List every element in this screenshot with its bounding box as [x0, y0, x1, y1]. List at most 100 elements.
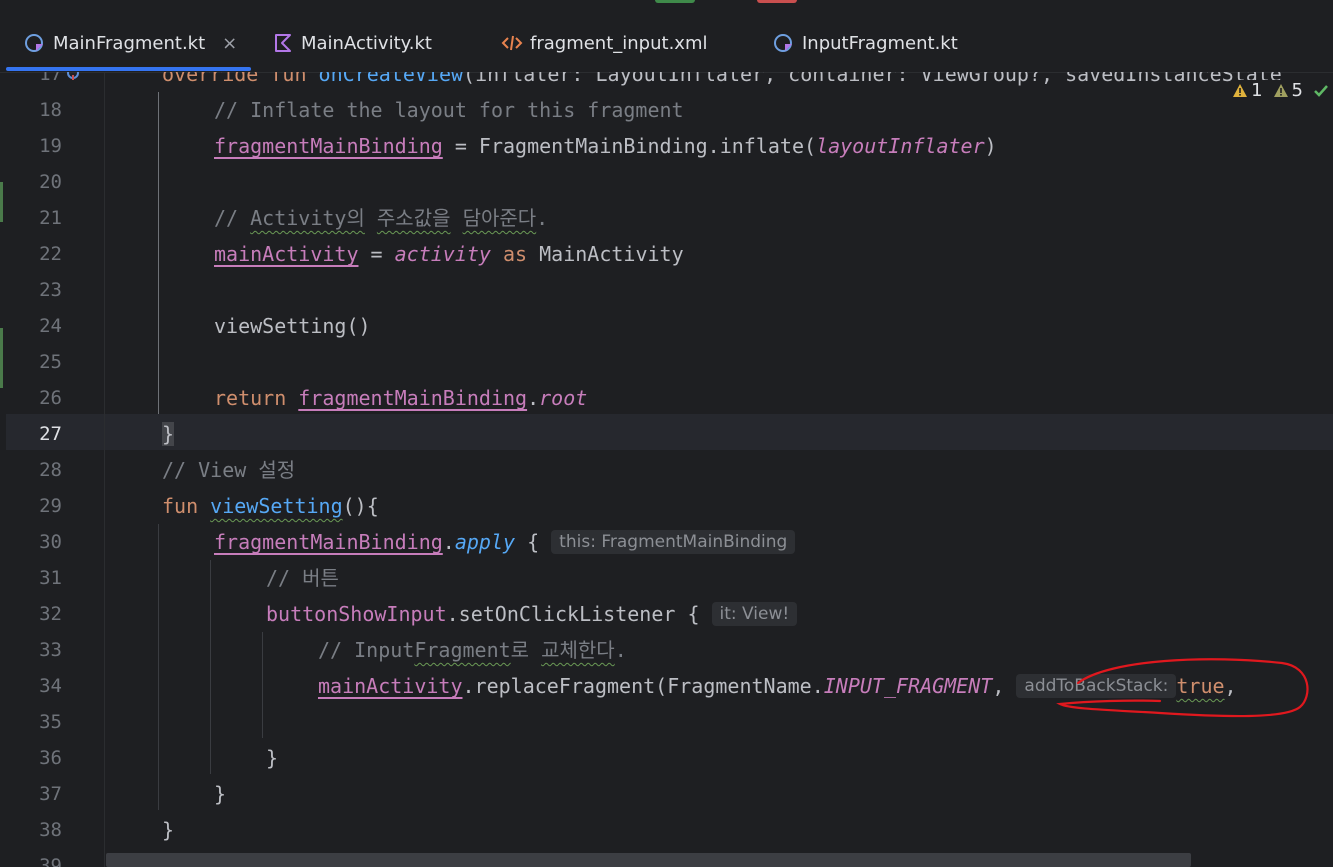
token-property: root [539, 386, 588, 410]
line-number: 22 [39, 243, 62, 265]
line-number: 30 [39, 531, 62, 553]
gutter-separator [104, 72, 105, 867]
tab-fragment-input-xml[interactable]: fragment_input.xml [501, 28, 707, 58]
line-number: 35 [39, 711, 62, 733]
code-line-36[interactable]: } [266, 740, 278, 776]
token-property: mainActivity [214, 242, 359, 266]
token-function-name: viewSetting [210, 494, 343, 518]
line-number: 34 [39, 675, 62, 697]
line-number: 32 [39, 603, 62, 625]
line-number: 17 [39, 72, 62, 85]
line-number: 20 [39, 171, 62, 193]
line-number: 18 [39, 99, 62, 121]
token-comment [451, 206, 463, 230]
override-method-icon[interactable] [66, 72, 82, 82]
line-number: 38 [39, 819, 62, 841]
line-number: 33 [39, 639, 62, 661]
token-call: .setOnClickListener { [446, 602, 712, 626]
token-property: fragmentMainBinding [214, 134, 443, 158]
token-property: mainActivity [318, 674, 463, 698]
token-comment: // [214, 206, 251, 230]
token-function-call: apply [454, 530, 516, 554]
code-line-24[interactable]: viewSetting() [214, 308, 371, 344]
current-line-highlight [6, 414, 1333, 450]
inlay-hint-receiver[interactable]: this: FragmentMainBinding [551, 530, 796, 554]
line-number-current: 27 [39, 423, 62, 445]
kotlin-class-icon [774, 34, 792, 52]
token-keyword: as [490, 242, 540, 266]
token-dot: . [442, 530, 455, 554]
token-call: .replaceFragment(FragmentName. [462, 674, 824, 698]
line-number: 39 [39, 855, 62, 867]
inlay-hint-lambda-param[interactable]: it: View! [711, 602, 798, 626]
line-number: 25 [39, 351, 62, 373]
token-paren: (){ [342, 494, 379, 518]
close-icon[interactable]: × [222, 33, 237, 54]
warning-count[interactable]: 5 [1273, 80, 1303, 101]
token-comma: , [992, 674, 1017, 698]
tab-input-fragment[interactable]: InputFragment.kt [773, 28, 958, 58]
line-number: 29 [39, 495, 62, 517]
line-number: 31 [39, 567, 62, 589]
code-line-18[interactable]: // Inflate the layout for this fragment [214, 92, 684, 128]
token-brace: { [515, 530, 552, 554]
code-line-38[interactable]: } [162, 812, 174, 848]
token-function-name: onCreateView [318, 72, 464, 86]
code-line-29[interactable]: fun viewSetting(){ [162, 488, 379, 524]
token-constant: INPUT_FRAGMENT [823, 674, 993, 698]
token-comment: 교체한다 [541, 638, 615, 662]
line-number: 26 [39, 387, 62, 409]
code-editor[interactable]: 17 18 19 20 21 22 23 24 25 26 27 28 29 3… [0, 72, 1333, 867]
inspections-widget[interactable]: 1 5 [1232, 80, 1329, 101]
token-dot: . [527, 386, 540, 410]
line-number: 23 [39, 279, 62, 301]
token-comment: Activity의 [250, 206, 365, 230]
kotlin-file-icon [275, 34, 291, 52]
code-line-28[interactable]: // View 설정 [162, 452, 295, 488]
line-number: 28 [39, 459, 62, 481]
toolbar-indicator-green [655, 0, 695, 3]
code-line-19[interactable]: fragmentMainBinding = FragmentMainBindin… [214, 128, 997, 164]
code-line-17[interactable]: override fun onCreateView(inflater: Layo… [162, 72, 1282, 92]
code-line-37[interactable]: } [214, 776, 226, 812]
line-number: 36 [39, 747, 62, 769]
token-keyword: override [162, 72, 259, 86]
xml-code-icon [501, 35, 523, 51]
token-property: layoutInflater [816, 134, 985, 158]
indent-guide [262, 632, 263, 738]
token-keyword: fun [162, 494, 199, 518]
code-line-27[interactable]: } [162, 416, 175, 452]
code-line-21[interactable]: // Activity의 주소값을 담아준다. [214, 200, 548, 236]
typo-check-icon[interactable] [1313, 83, 1329, 99]
token-property: fragmentMainBinding [214, 530, 443, 554]
token-paren: ) [984, 134, 997, 158]
tab-label: fragment_input.xml [530, 32, 708, 54]
editor-tab-bar: MainFragment.kt × MainActivity.kt fragme… [0, 0, 1333, 73]
indent-guide [210, 560, 211, 774]
token-type: MainActivity [539, 242, 684, 266]
token-keyword: return [214, 386, 299, 410]
code-line-30[interactable]: fragmentMainBinding.apply { this: Fragme… [214, 524, 796, 560]
token-comment: 주소값을 [376, 206, 451, 230]
tab-main-fragment[interactable]: MainFragment.kt × [24, 28, 237, 58]
code-line-22[interactable]: mainActivity = activity as MainActivity [214, 236, 684, 272]
kotlin-class-icon [25, 34, 43, 52]
tab-label: MainActivity.kt [301, 32, 432, 54]
line-number: 21 [39, 207, 62, 229]
error-count[interactable]: 1 [1232, 80, 1263, 101]
token-params: (inflater: LayoutInflater, container: Vi… [463, 72, 1282, 86]
token-property: buttonShowInput [266, 602, 447, 626]
tab-main-activity[interactable]: MainActivity.kt [272, 28, 432, 58]
code-line-31[interactable]: // 버튼 [266, 560, 339, 596]
code-line-26[interactable]: return fragmentMainBinding.root [214, 380, 587, 416]
code-line-33[interactable]: // InputFragment로 교체한다. [318, 632, 627, 668]
line-number-gutter[interactable]: 17 18 19 20 21 22 23 24 25 26 27 28 29 3… [6, 72, 106, 867]
token-call: FragmentMainBinding.inflate( [478, 134, 817, 158]
token-comment: 로 [510, 638, 542, 662]
code-line-32[interactable]: buttonShowInput.setOnClickListener { it:… [266, 596, 798, 632]
token-property: fragmentMainBinding [298, 386, 528, 410]
horizontal-scrollbar[interactable] [106, 853, 1191, 867]
active-tab-indicator [6, 67, 251, 71]
token-keyword: fun [270, 72, 307, 86]
token-comment: 담아준다 [462, 206, 537, 230]
